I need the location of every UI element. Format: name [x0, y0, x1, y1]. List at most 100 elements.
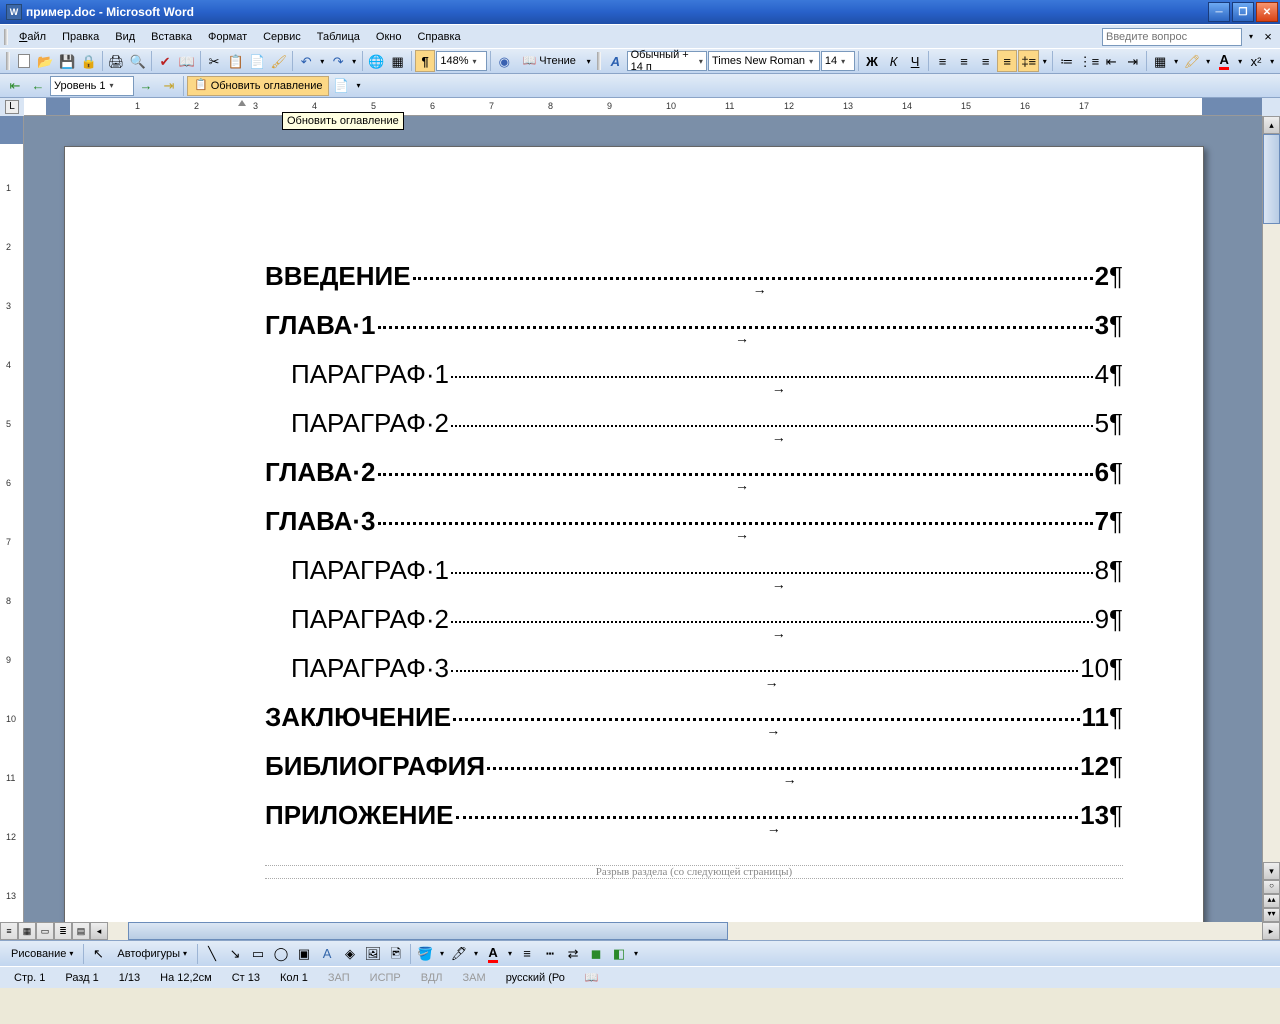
menu-insert[interactable]: Вставка	[144, 29, 199, 45]
line-spacing-button[interactable]: ‡≡	[1018, 50, 1039, 72]
clipart-button[interactable]: 🖼	[362, 943, 384, 965]
oval-button[interactable]: ◯	[270, 943, 292, 965]
outline-opts-icon[interactable]: ▾	[353, 75, 363, 97]
style-combo[interactable]: Обычный + 14 п▾	[627, 51, 707, 71]
menu-help[interactable]: Справка	[410, 29, 467, 45]
font-color-button[interactable]: А	[1214, 50, 1235, 72]
font-color-draw-button[interactable]: А	[482, 943, 504, 965]
save-button[interactable]: 💾	[57, 50, 78, 72]
diagram-button[interactable]: ◈	[339, 943, 361, 965]
menu-view[interactable]: Вид	[108, 29, 142, 45]
reading-layout-button[interactable]: 📖Чтение	[516, 50, 583, 72]
redo-drop-icon[interactable]: ▾	[349, 50, 358, 72]
demote-button[interactable]: →	[135, 75, 157, 97]
print-preview-button[interactable]: 🔍	[127, 50, 148, 72]
status-trk[interactable]: ИСПР	[364, 972, 407, 984]
toc-entry[interactable]: ПАРАГРАФ·1 →8¶	[265, 551, 1123, 590]
menu-tools[interactable]: Сервис	[256, 29, 308, 45]
scroll-right-button[interactable]: ▸	[1262, 922, 1280, 940]
print-button[interactable]: 🖨	[106, 50, 127, 72]
font-combo[interactable]: Times New Roman▾	[708, 51, 820, 71]
zoom-combo[interactable]: 148%▾	[436, 51, 487, 71]
fontcolor2-drop-icon[interactable]: ▾	[505, 943, 515, 965]
research-button[interactable]: 📖	[176, 50, 197, 72]
vertical-ruler[interactable]: 12345678910111213	[0, 116, 24, 922]
border-drop-icon[interactable]: ▾	[1171, 50, 1180, 72]
update-toc-button[interactable]: 📋Обновить оглавление	[187, 76, 329, 96]
wordart-button[interactable]: A	[316, 943, 338, 965]
paste-button[interactable]: 📄	[247, 50, 268, 72]
print-view-button[interactable]: ▭	[36, 922, 54, 940]
toc-entry[interactable]: ПРИЛОЖЕНИЕ →13¶	[265, 796, 1123, 835]
line-color-button[interactable]: 🖊	[448, 943, 470, 965]
status-rec[interactable]: ЗАП	[322, 972, 356, 984]
arrow-style-button[interactable]: ⇄	[562, 943, 584, 965]
open-button[interactable]: 📂	[35, 50, 56, 72]
styles-button[interactable]: A	[605, 50, 626, 72]
spellcheck-button[interactable]: ✔	[155, 50, 176, 72]
promote-top-button[interactable]: ⇤	[4, 75, 26, 97]
status-spellcheck-icon[interactable]: 📖	[579, 971, 605, 984]
document-pane[interactable]: ВВЕДЕНИЕ →2¶ГЛАВА·1 →3¶ПАРАГРАФ·1 →4¶ПАР…	[24, 116, 1262, 922]
textbox-button[interactable]: ▣	[293, 943, 315, 965]
increase-indent-button[interactable]: ⇥	[1122, 50, 1143, 72]
scroll-down-button[interactable]: ▾	[1263, 862, 1280, 880]
cut-button[interactable]: ✂	[204, 50, 225, 72]
underline-button[interactable]: Ч	[905, 50, 926, 72]
tab-selector-button[interactable]: L	[5, 100, 19, 114]
menu-format[interactable]: Формат	[201, 29, 254, 45]
new-doc-button[interactable]	[14, 50, 35, 72]
help-search-input[interactable]	[1102, 28, 1242, 46]
align-justify-button[interactable]: ≡	[997, 50, 1018, 72]
align-right-button[interactable]: ≡	[975, 50, 996, 72]
status-ovr[interactable]: ЗАМ	[457, 972, 492, 984]
align-left-button[interactable]: ≡	[932, 50, 953, 72]
autoshapes-button[interactable]: Автофигуры ▾	[110, 943, 194, 965]
fill-color-button[interactable]: 🪣	[414, 943, 436, 965]
select-objects-button[interactable]: ↖	[87, 943, 109, 965]
browse-select-button[interactable]: ○	[1263, 880, 1280, 894]
outline-view-button[interactable]: ≣	[54, 922, 72, 940]
scroll-thumb-h[interactable]	[128, 922, 728, 940]
align-center-button[interactable]: ≡	[954, 50, 975, 72]
outline-level-combo[interactable]: Уровень 1▾	[50, 76, 134, 96]
toc-entry[interactable]: ПАРАГРАФ·2 →5¶	[265, 404, 1123, 443]
horizontal-scrollbar[interactable]: ◂ ▸	[90, 922, 1280, 940]
toc-entry[interactable]: ГЛАВА·2 →6¶	[265, 453, 1123, 492]
dash-style-button[interactable]: ┅	[539, 943, 561, 965]
vertical-scrollbar[interactable]: ▴ ▾ ○ ▴▴ ▾▾	[1262, 116, 1280, 922]
status-lang[interactable]: русский (Ро	[500, 972, 571, 984]
italic-button[interactable]: К	[883, 50, 904, 72]
fontsize-combo[interactable]: 14▾	[821, 51, 855, 71]
linecolor-drop-icon[interactable]: ▾	[471, 943, 481, 965]
toc-entry[interactable]: ГЛАВА·3 →7¶	[265, 502, 1123, 541]
menu-window[interactable]: Окно	[369, 29, 409, 45]
highlight-button[interactable]: 🖍	[1182, 50, 1203, 72]
doc-close-button[interactable]: ×	[1260, 26, 1276, 48]
normal-view-button[interactable]: ≡	[0, 922, 18, 940]
arrow-button[interactable]: ↘	[224, 943, 246, 965]
toc-entry[interactable]: ПАРАГРАФ·3 →10¶	[265, 649, 1123, 688]
goto-toc-button[interactable]: 📄	[330, 75, 352, 97]
menu-file[interactable]: Файл	[12, 29, 53, 45]
redo-button[interactable]: ↷	[328, 50, 349, 72]
draw-menu-button[interactable]: Рисование ▾	[4, 943, 80, 965]
scroll-up-button[interactable]: ▴	[1263, 116, 1280, 134]
undo-button[interactable]: ↶	[296, 50, 317, 72]
linespace-drop-icon[interactable]: ▾	[1040, 50, 1049, 72]
next-page-button[interactable]: ▾▾	[1263, 908, 1280, 922]
promote-button[interactable]: ←	[27, 75, 49, 97]
toc-entry[interactable]: ГЛАВА·1 →3¶	[265, 306, 1123, 345]
show-marks-button[interactable]: ¶	[415, 50, 436, 72]
help-dropdown-icon[interactable]: ▾	[1244, 26, 1258, 48]
scroll-left-button[interactable]: ◂	[90, 922, 108, 940]
line-button[interactable]: ╲	[201, 943, 223, 965]
highlight-drop-icon[interactable]: ▾	[1203, 50, 1212, 72]
hyperlink-button[interactable]: 🌐	[366, 50, 387, 72]
bullets-button[interactable]: ⋮≡	[1078, 50, 1100, 72]
toc-entry[interactable]: ПАРАГРАФ·2 →9¶	[265, 600, 1123, 639]
toc-entry[interactable]: ПАРАГРАФ·1 →4¶	[265, 355, 1123, 394]
draw-opts-icon[interactable]: ▾	[631, 943, 641, 965]
superscript-button[interactable]: x²	[1246, 50, 1267, 72]
indent-marker-icon[interactable]	[238, 98, 246, 106]
